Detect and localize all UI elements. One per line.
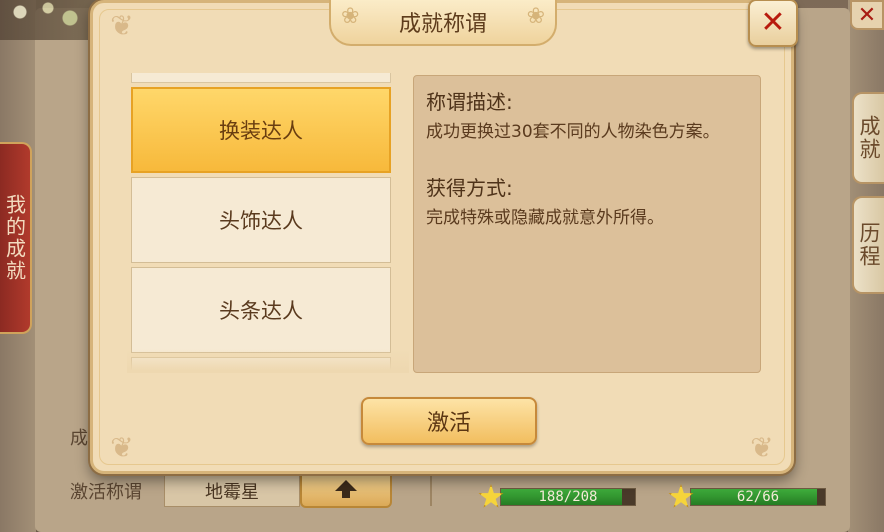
progress-bar: 188/208 <box>500 488 636 506</box>
list-item-selected[interactable]: 换装达人 <box>131 87 391 173</box>
progress-text: 188/208 <box>538 489 598 505</box>
partial-label: 成 <box>70 428 88 449</box>
dialog-title-plate: ❀ 成就称谓 ❀ <box>329 0 557 46</box>
description-text: 成功更换过30套不同的人物染色方案。 <box>426 122 720 142</box>
acquire-heading: 获得方式: <box>426 175 513 200</box>
upgrade-button[interactable] <box>300 470 392 508</box>
activate-button[interactable]: 激活 <box>361 397 537 445</box>
swirl-icon: ❀ <box>526 4 545 29</box>
list-item-partial <box>131 73 391 83</box>
tab-history[interactable]: 历程 <box>852 196 884 294</box>
progress-bar: 62/66 <box>690 488 826 506</box>
close-icon: ✕ <box>760 5 786 40</box>
title-list[interactable]: 换装达人 头饰达人 头条达人 <box>127 73 409 373</box>
divider <box>430 470 432 506</box>
acquire-text: 完成特殊或隐藏成就意外所得。 <box>426 207 664 228</box>
progress-history: 62/66 <box>668 484 826 509</box>
tab-achievements[interactable]: 成就 <box>852 92 884 184</box>
description-heading: 称谓描述: <box>426 90 513 114</box>
list-item[interactable]: 头饰达人 <box>131 177 391 263</box>
corner-ornament-icon: ❦ <box>110 431 134 464</box>
tab-my-achievements[interactable]: 我的成就 <box>0 142 32 334</box>
close-button[interactable]: ✕ <box>748 0 798 47</box>
current-title-box: 地霉星 <box>164 475 300 507</box>
tab-my-achievements-label: 我的成就 <box>2 194 27 282</box>
background-close-icon[interactable]: ✕ <box>850 0 884 30</box>
tab-achievements-label: 成就 <box>857 115 881 161</box>
description-panel: 称谓描述: 成功更换过30套不同的人物染色方案。 获得方式: 完成特殊或隐藏成就… <box>413 75 761 373</box>
list-item[interactable]: 头条达人 <box>131 267 391 353</box>
dialog-title: 成就称谓 <box>398 12 487 37</box>
tab-history-label: 历程 <box>857 222 881 268</box>
swirl-icon: ❀ <box>341 4 360 29</box>
arrow-up-icon <box>335 479 357 498</box>
corner-ornament-icon: ❦ <box>110 9 134 42</box>
list-fade <box>127 349 409 373</box>
progress-text: 62/66 <box>736 489 780 505</box>
progress-achievements: 188/208 <box>478 484 636 509</box>
achievement-title-dialog: ❦ ❦ ❦ ❀ 成就称谓 ❀ ✕ 换装达人 头饰达人 头条达人 称谓描述: 成功… <box>90 0 798 474</box>
corner-ornament-icon: ❦ <box>750 431 774 464</box>
activate-title-label: 激活称谓 <box>70 482 142 503</box>
